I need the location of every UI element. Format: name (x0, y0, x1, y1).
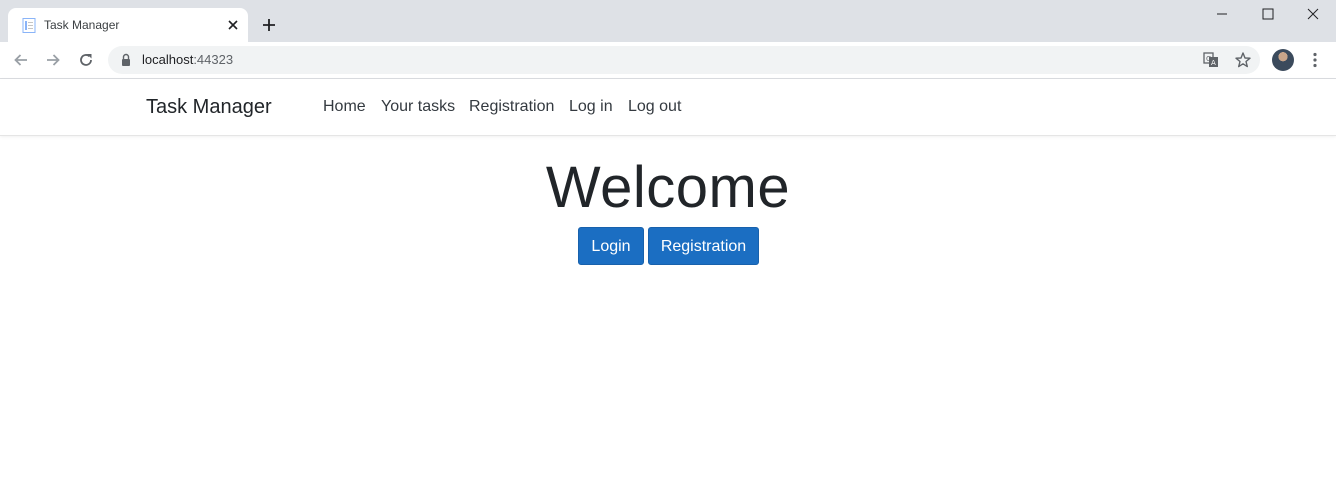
avatar[interactable] (1272, 49, 1294, 71)
svg-text:A: A (1211, 59, 1216, 67)
url-port: :44323 (193, 52, 234, 67)
window-close-icon[interactable] (1305, 6, 1321, 22)
nav-link-log-in[interactable]: Log in (569, 98, 613, 116)
registration-button[interactable]: Registration (648, 227, 759, 265)
favicon-icon (22, 18, 36, 33)
more-vert-icon[interactable] (1306, 51, 1324, 69)
login-button[interactable]: Login (578, 227, 644, 265)
forward-icon[interactable] (44, 51, 62, 69)
back-icon[interactable] (12, 51, 30, 69)
maximize-icon[interactable] (1260, 6, 1276, 22)
plus-icon[interactable] (260, 16, 278, 34)
nav-link-log-out[interactable]: Log out (628, 98, 681, 116)
nav-link-your-tasks[interactable]: Your tasks (381, 98, 455, 116)
browser-tabstrip: Task Manager (0, 0, 1336, 42)
url-text[interactable]: localhost:44323 (142, 52, 233, 67)
address-bar[interactable]: localhost:44323 G A (108, 46, 1260, 74)
page-title: Welcome (545, 155, 791, 220)
nav-link-home[interactable]: Home (323, 98, 366, 116)
close-icon[interactable] (225, 17, 241, 33)
navbar-brand[interactable]: Task Manager (146, 96, 272, 119)
lock-icon[interactable] (120, 53, 132, 67)
url-host: localhost (142, 52, 194, 67)
browser-tab[interactable]: Task Manager (8, 8, 248, 42)
star-icon[interactable] (1234, 51, 1252, 69)
tab-title: Task Manager (44, 18, 120, 32)
translate-icon[interactable]: G A (1202, 51, 1220, 69)
site-navbar: Task Manager Home Your tasks Registratio… (0, 79, 1336, 136)
browser-toolbar: localhost:44323 G A (0, 42, 1336, 79)
nav-link-registration[interactable]: Registration (469, 98, 554, 116)
minimize-icon[interactable] (1214, 6, 1230, 22)
reload-icon[interactable] (77, 51, 95, 69)
